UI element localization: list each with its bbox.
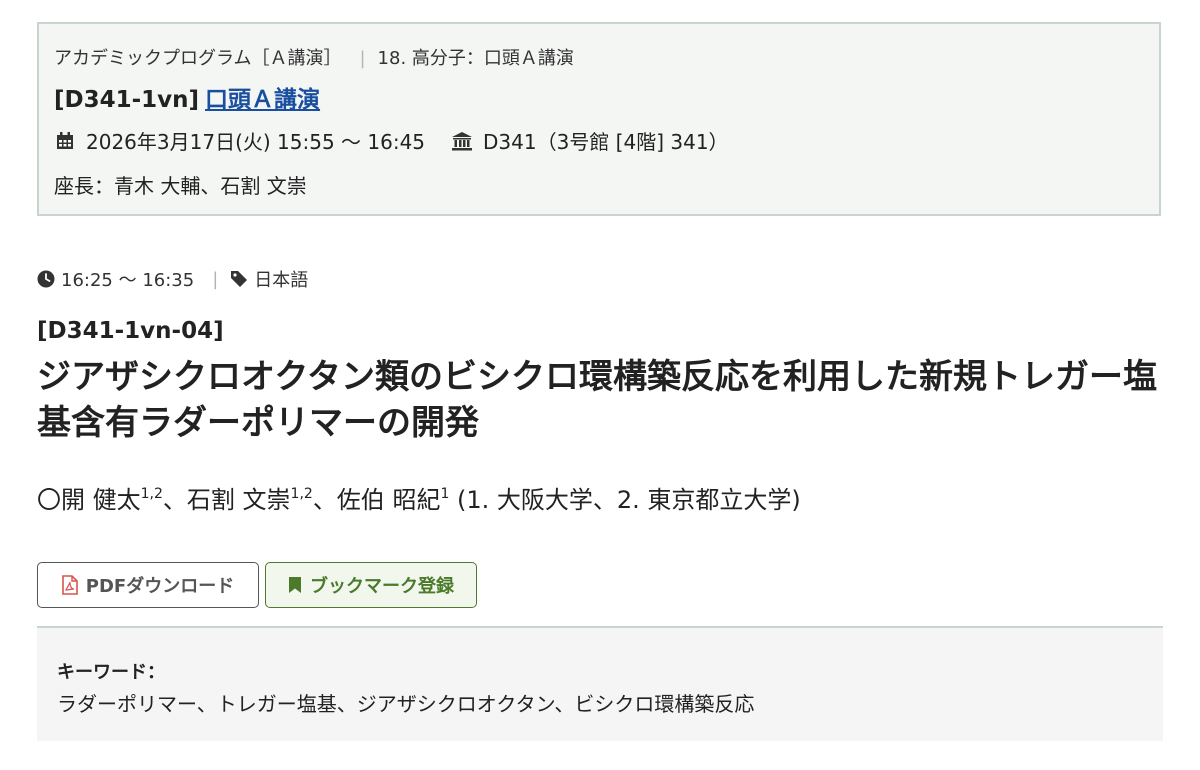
calendar-icon: [54, 130, 76, 152]
talk-code: [D341-1vn-04]: [37, 318, 224, 344]
session-code: [D341-1vn]: [54, 87, 200, 113]
clock-icon: [37, 270, 55, 288]
author-name: 、佐伯 昭紀: [312, 486, 441, 514]
author-name: 、石割 文崇: [162, 486, 291, 514]
bookmark-button[interactable]: ブックマーク登録: [265, 562, 477, 608]
session-breadcrumb: アカデミックプログラム［Ａ講演］ | 18. 高分子：口頭Ａ講演: [54, 44, 574, 70]
tag-icon: [230, 270, 248, 288]
session-datetime: 2026年3月17日(火) 15:55 〜 16:45: [86, 130, 426, 154]
keywords-values: ラダーポリマー、トレガー塩基、ジアザシクロオクタン、ビシクロ環構築反応: [57, 692, 755, 716]
category-label: 18. 高分子：口頭Ａ講演: [377, 48, 574, 69]
keywords-panel: キーワード： ラダーポリマー、トレガー塩基、ジアザシクロオクタン、ビシクロ環構築…: [37, 626, 1163, 741]
author-affiliations: (1. 大阪大学、2. 東京都立大学): [449, 486, 801, 514]
author-affiliation-marker: 1,2: [140, 486, 163, 502]
bookmark-icon: [288, 576, 302, 594]
talk-language: 日本語: [254, 270, 309, 291]
author-affiliation-marker: 1,2: [290, 486, 313, 502]
session-info-panel: アカデミックプログラム［Ａ講演］ | 18. 高分子：口頭Ａ講演 [D341-1vn…: [37, 22, 1161, 216]
breadcrumb-separator: |: [359, 48, 366, 69]
talk-time: 16:25 〜 16:35: [61, 270, 195, 291]
author-name: 〇開 健太: [37, 486, 141, 514]
program-label: アカデミックプログラム［Ａ講演］: [54, 48, 342, 69]
pdf-download-button[interactable]: PDFダウンロード: [37, 562, 259, 608]
session-title: [D341-1vn] 口頭Ａ講演: [54, 80, 320, 114]
talk-title: ジアザシクロオクタン類のビシクロ環構築反応を利用した新規トレガー塩基含有ラダーポ…: [37, 357, 1157, 443]
building-icon: [451, 130, 473, 152]
session-link[interactable]: 口頭Ａ講演: [205, 87, 320, 113]
session-chair: 座長：青木 大輔、石割 文崇: [54, 174, 307, 198]
pdf-file-icon: [61, 575, 78, 595]
bookmark-label: ブックマーク登録: [310, 576, 454, 597]
keywords-label: キーワード：: [57, 662, 165, 683]
pdf-download-label: PDFダウンロード: [85, 576, 235, 597]
talk-authors: 〇開 健太1,2、石割 文崇1,2、佐伯 昭紀1 (1. 大阪大学、2. 東京都…: [37, 480, 801, 515]
meta-separator: |: [212, 268, 219, 290]
session-meta: 2026年3月17日(火) 15:55 〜 16:45 D341（3号館 [4階…: [54, 126, 729, 155]
session-room: D341（3号館 [4階] 341）: [483, 130, 729, 154]
talk-meta: 16:25 〜 16:35 | 日本語: [37, 266, 308, 292]
